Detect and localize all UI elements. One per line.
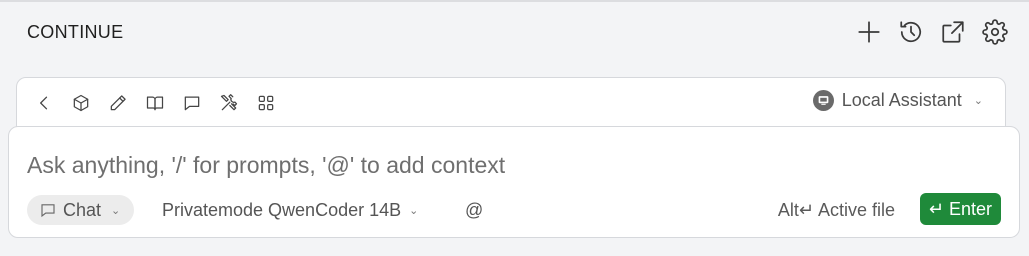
tools-button[interactable] (216, 90, 241, 115)
docs-button[interactable] (142, 90, 167, 115)
monitor-icon (818, 96, 829, 105)
model-label: Privatemode QwenCoder 14B (162, 199, 402, 220)
models-button[interactable] (68, 90, 93, 115)
assistant-avatar (812, 90, 834, 111)
plus-icon (858, 21, 880, 43)
mode-selector[interactable]: Chat ⌄ (27, 195, 135, 225)
history-icon (900, 21, 922, 43)
toolbar-icons (31, 90, 278, 115)
open-external-icon (942, 21, 964, 43)
grid-icon (258, 95, 273, 110)
pencil-icon (110, 94, 126, 110)
enter-button[interactable]: ↵ Enter (919, 193, 1001, 225)
chat-input-panel[interactable]: Ask anything, '/' for prompts, '@' to ad… (8, 126, 1020, 238)
chevron-left-icon (39, 96, 47, 109)
open-in-editor-button[interactable] (939, 18, 967, 46)
chat-bubble-icon (184, 96, 199, 110)
assistant-label: Local Assistant (841, 90, 962, 110)
mode-label: Chat (63, 199, 102, 220)
add-context-button[interactable]: @ (465, 195, 483, 225)
chat-input-placeholder[interactable]: Ask anything, '/' for prompts, '@' to ad… (27, 152, 505, 179)
back-button[interactable] (31, 90, 56, 115)
chevron-down-icon: ⌄ (111, 204, 121, 217)
book-icon (146, 96, 163, 110)
mcp-button[interactable] (253, 90, 278, 115)
header-actions (855, 18, 1009, 46)
gear-icon (982, 19, 1008, 45)
header: CONTINUE (0, 2, 1029, 60)
chevron-down-icon: ⌄ (973, 95, 983, 107)
chevron-down-icon: ⌄ (409, 204, 419, 217)
assistant-selector[interactable]: Local Assistant ⌄ (812, 90, 983, 111)
model-selector[interactable]: Privatemode QwenCoder 14B ⌄ (162, 195, 418, 225)
settings-button[interactable] (981, 18, 1009, 46)
new-session-button[interactable] (855, 18, 883, 46)
chat-bubble-icon (41, 204, 55, 218)
panel-title: CONTINUE (27, 22, 124, 42)
rules-button[interactable] (105, 90, 130, 115)
cube-icon (73, 94, 88, 111)
history-button[interactable] (897, 18, 925, 46)
tools-icon (220, 93, 237, 110)
prompts-button[interactable] (179, 90, 204, 115)
input-footer: Chat ⌄ Privatemode QwenCoder 14B ⌄ @ Alt… (27, 193, 1001, 227)
active-file-button[interactable]: Alt↵ Active file (778, 195, 895, 225)
